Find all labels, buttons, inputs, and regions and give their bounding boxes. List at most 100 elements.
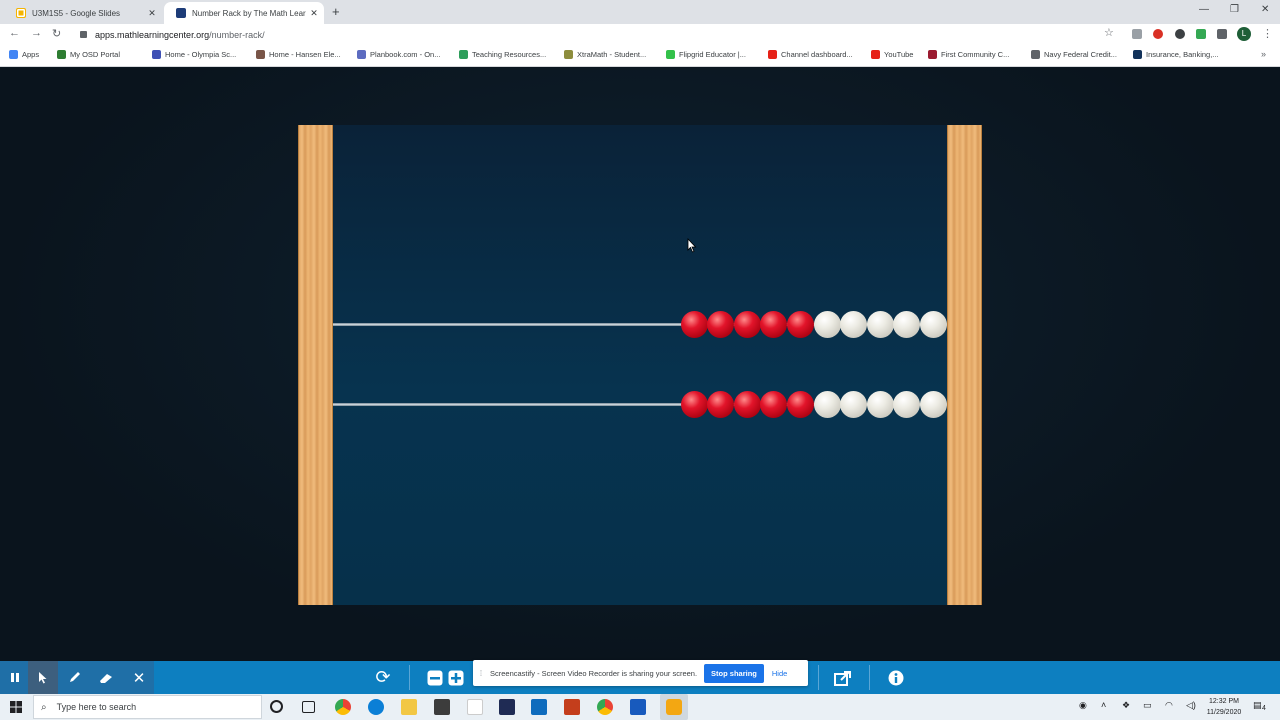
extension-icon[interactable] <box>1175 29 1185 39</box>
taskbar-search-input[interactable]: ⌕ Type here to search <box>33 695 262 719</box>
chrome-icon[interactable] <box>597 699 613 715</box>
amazon-icon[interactable] <box>467 699 483 715</box>
screen-share-banner: ⁞ Screencastify - Screen Video Recorder … <box>473 660 808 686</box>
onedrive-icon[interactable]: ◉ <box>1079 700 1087 711</box>
dropbox-icon[interactable]: ❖ <box>1122 700 1130 711</box>
white-bead[interactable] <box>813 390 841 418</box>
rack-board <box>333 125 947 605</box>
white-bead[interactable] <box>920 390 947 418</box>
pause-icon[interactable] <box>0 661 30 694</box>
volume-icon[interactable]: ◁) <box>1186 700 1196 711</box>
restore-icon[interactable]: ❐ <box>1230 4 1239 15</box>
bookmark-item[interactable]: Home - Hansen Ele... <box>256 50 341 59</box>
kebab-menu-icon[interactable]: ⋮ <box>1262 27 1273 40</box>
bookmark-item[interactable]: My OSD Portal <box>57 50 120 59</box>
powershell-icon[interactable] <box>499 699 515 715</box>
wifi-icon[interactable]: ◠ <box>1165 700 1173 711</box>
bookmark-label: First Community C... <box>941 50 1010 59</box>
bookmark-item[interactable]: Flipgrid Educator |... <box>666 50 746 59</box>
tab-title: Number Rack by The Math Learni <box>192 8 306 18</box>
bookmark-item[interactable]: Apps <box>9 50 39 59</box>
task-view-icon[interactable] <box>302 701 315 713</box>
new-tab-button[interactable]: + <box>332 4 340 19</box>
red-bead[interactable] <box>787 310 814 338</box>
close-icon[interactable]: ✕ <box>144 8 160 19</box>
red-bead[interactable] <box>680 390 708 418</box>
white-bead[interactable] <box>893 390 921 418</box>
bookmark-item[interactable]: Home - Olympia Sc... <box>152 50 236 59</box>
stop-sharing-button[interactable]: Stop sharing <box>704 663 764 683</box>
browser-toolbar: ← → ↻ apps.mathlearningcenter.org/number… <box>0 24 1280 45</box>
drag-handle-icon[interactable]: ⁞ <box>476 669 486 678</box>
close-icon[interactable]: ✕ <box>124 661 154 694</box>
bookmark-label: Channel dashboard... <box>781 50 853 59</box>
eraser-icon[interactable] <box>91 661 121 694</box>
address-bar[interactable]: apps.mathlearningcenter.org/number-rack/ <box>74 26 1124 43</box>
windows-start-icon[interactable] <box>0 694 32 720</box>
edge-icon[interactable] <box>368 699 384 715</box>
screencastify-icon <box>666 699 682 715</box>
white-bead[interactable] <box>813 310 841 338</box>
green-extension-icon[interactable] <box>1196 29 1206 39</box>
bookmark-item[interactable]: Insurance, Banking,... <box>1133 50 1219 59</box>
white-bead[interactable] <box>840 310 868 338</box>
pen-icon[interactable] <box>59 661 89 694</box>
chrome-icon[interactable] <box>335 699 351 715</box>
minimize-icon[interactable]: — <box>1199 4 1209 15</box>
store-icon[interactable] <box>434 699 450 715</box>
red-bead[interactable] <box>760 390 788 418</box>
bookmark-item[interactable]: XtraMath - Student... <box>564 50 646 59</box>
taskbar-clock[interactable]: 12:32 PM 11/29/2020 <box>1198 696 1250 718</box>
profile-avatar[interactable]: L <box>1237 27 1251 41</box>
tab-google-slides[interactable]: U3M1S5 - Google Slides ✕ <box>4 2 162 24</box>
close-icon[interactable]: ✕ <box>306 8 322 19</box>
mail-icon[interactable] <box>531 699 547 715</box>
cortana-icon[interactable] <box>270 700 283 713</box>
red-bead[interactable] <box>787 390 814 418</box>
share-message: Screencastify - Screen Video Recorder is… <box>490 668 698 678</box>
pointer-icon[interactable] <box>28 661 58 694</box>
powerpoint-icon[interactable] <box>564 699 580 715</box>
word-icon[interactable] <box>630 699 646 715</box>
reset-icon[interactable]: ⟳ <box>368 661 398 694</box>
red-bead[interactable] <box>760 310 788 338</box>
forward-icon[interactable]: → <box>31 27 42 39</box>
back-icon[interactable]: ← <box>9 27 20 39</box>
bookmark-item[interactable]: Teaching Resources... <box>459 50 546 59</box>
bookmarks-bar: Apps My OSD Portal Home - Olympia Sc... Hom… <box>0 45 1280 67</box>
reload-icon[interactable]: ↻ <box>52 27 61 40</box>
bookmark-item[interactable]: Navy Federal Credit... <box>1031 50 1117 59</box>
notification-icon[interactable]: ▤ <box>1253 700 1262 711</box>
bookmark-item[interactable]: Planbook.com - On... <box>357 50 440 59</box>
bookmark-item[interactable]: Channel dashboard... <box>768 50 853 59</box>
bookmark-item[interactable]: YouTube <box>871 50 913 59</box>
camera-extension-icon[interactable] <box>1132 29 1142 39</box>
white-bead[interactable] <box>893 310 921 338</box>
red-bead[interactable] <box>707 310 735 338</box>
tab-number-rack[interactable]: Number Rack by The Math Learni ✕ <box>164 2 324 24</box>
red-bead[interactable] <box>733 390 761 418</box>
red-bead[interactable] <box>707 390 735 418</box>
white-bead[interactable] <box>920 310 947 338</box>
white-bead[interactable] <box>866 390 894 418</box>
screencastify-extension-icon[interactable] <box>1153 29 1163 39</box>
info-icon[interactable] <box>881 661 911 694</box>
red-bead[interactable] <box>680 310 708 338</box>
red-bead[interactable] <box>733 310 761 338</box>
share-icon[interactable] <box>828 661 858 694</box>
divider <box>818 665 819 690</box>
bookmark-label: Teaching Resources... <box>472 50 547 59</box>
more-bookmarks-icon[interactable]: » <box>1261 49 1266 59</box>
puzzle-extensions-icon[interactable] <box>1217 29 1227 39</box>
chevron-up-icon[interactable]: ˄ <box>1101 700 1106 710</box>
white-bead[interactable] <box>866 310 894 338</box>
hide-button[interactable]: Hide <box>772 669 787 678</box>
file-explorer-icon[interactable] <box>401 699 417 715</box>
white-bead[interactable] <box>840 390 868 418</box>
bird-icon <box>256 50 265 59</box>
battery-icon[interactable]: ▭ <box>1143 700 1152 711</box>
bookmark-star-icon[interactable]: ☆ <box>1104 26 1114 39</box>
window-close-icon[interactable]: ✕ <box>1261 4 1269 15</box>
plus-icon[interactable] <box>441 661 471 694</box>
bookmark-item[interactable]: First Community C... <box>928 50 1009 59</box>
